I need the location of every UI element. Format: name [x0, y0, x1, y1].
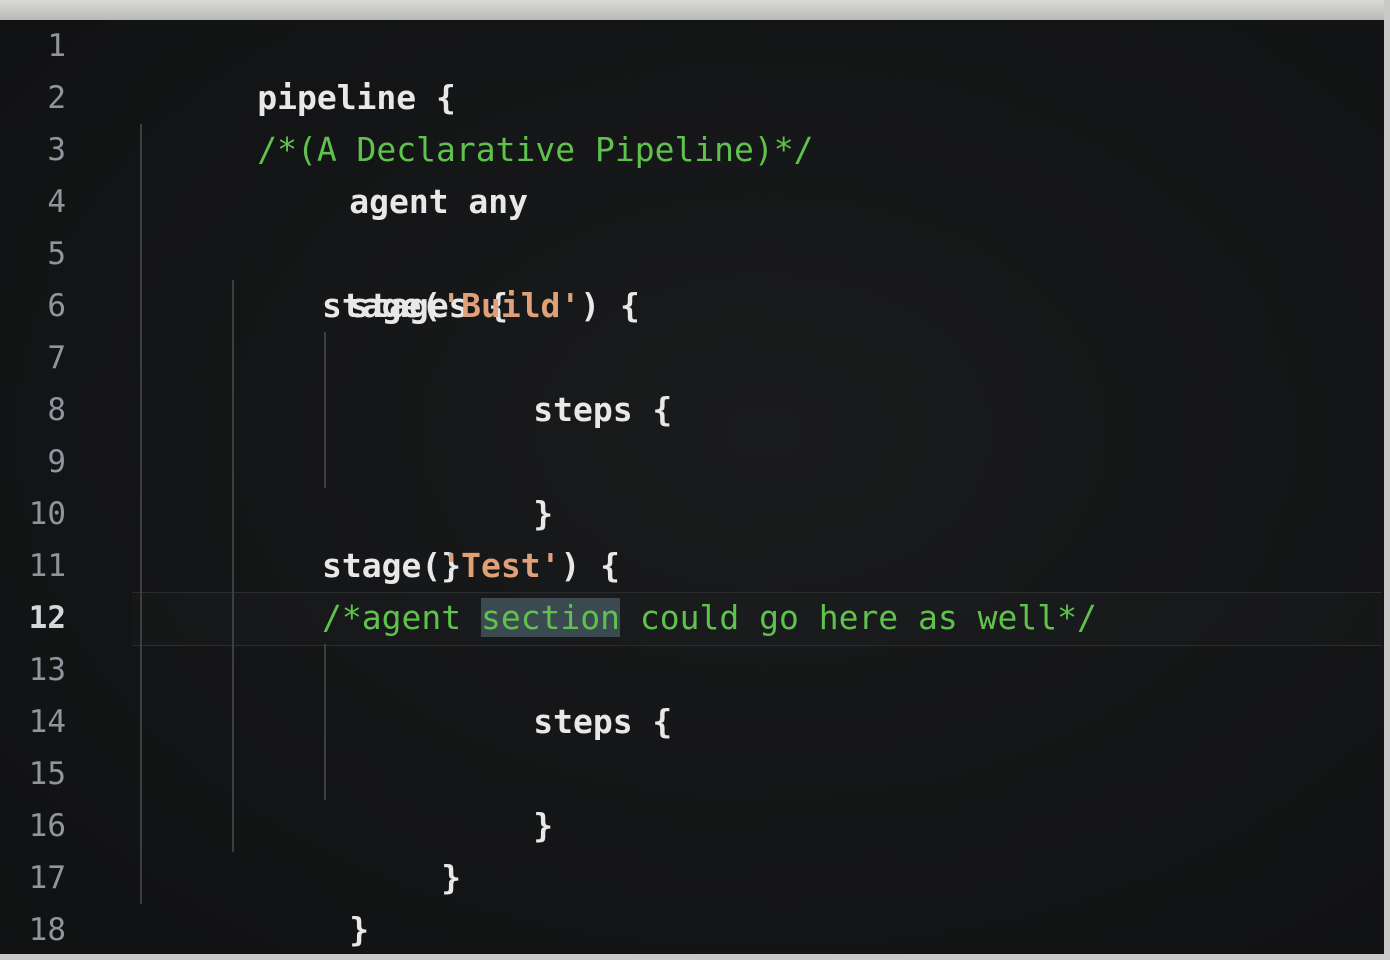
monitor-bezel-right [1384, 0, 1390, 960]
code-line-17[interactable]: } [230, 852, 369, 949]
code-comment: could go here as well*/ [620, 598, 1097, 637]
code-line-1[interactable]: pipeline { [138, 20, 456, 117]
line-number: 5 [47, 236, 66, 272]
code-line-6[interactable]: stage('Build') { [322, 280, 640, 332]
line-number: 18 [28, 912, 66, 948]
code-text: stage( [322, 546, 442, 585]
line-number: 4 [47, 184, 66, 220]
line-number-gutter: 1 2 3 4 5 6 7 8 9 10 11 12 13 14 15 16 1… [0, 20, 92, 954]
line-number: 11 [28, 548, 66, 584]
code-line-7[interactable]: steps { [414, 332, 672, 429]
line-number: 10 [28, 496, 66, 532]
code-line-10[interactable]: } [322, 488, 461, 585]
line-number: 13 [28, 652, 66, 688]
code-line-15[interactable]: } [414, 748, 553, 845]
line-number: 16 [28, 808, 66, 844]
code-text: agent any [349, 182, 529, 221]
code-text: ) { [560, 546, 621, 585]
indent-guide [324, 332, 326, 488]
code-string: 'Build' [441, 286, 581, 325]
code-line-13[interactable]: steps { [414, 644, 672, 741]
code-text: ) { [580, 286, 640, 325]
line-number: 14 [28, 704, 66, 740]
code-text: } [441, 858, 462, 897]
line-number: 17 [28, 860, 66, 896]
code-text: stage( [322, 286, 442, 325]
line-number-current: 12 [28, 600, 66, 636]
code-line-2[interactable]: /*(A Declarative Pipeline)*/ [138, 72, 813, 169]
indent-guide [324, 644, 326, 800]
monitor-bezel-top [0, 0, 1390, 20]
line-number: 8 [47, 392, 66, 428]
code-comment: /*agent [322, 598, 481, 637]
line-number: 1 [47, 28, 66, 64]
code-line-11[interactable]: stage('Test') { [322, 540, 620, 592]
line-number: 7 [47, 340, 66, 376]
code-line-3[interactable]: agent any [230, 124, 528, 221]
code-text: steps { [533, 702, 673, 741]
code-text: } [349, 910, 370, 949]
code-line-16[interactable]: } [322, 800, 461, 897]
indent-guide [140, 124, 142, 904]
code-line-12[interactable]: /*agent section could go here as well*/ [322, 592, 1097, 644]
selected-text[interactable]: section [480, 598, 621, 637]
line-number: 9 [47, 444, 66, 480]
code-line-18[interactable]: } [138, 904, 277, 956]
line-number: 3 [47, 132, 66, 168]
code-text: } [533, 494, 554, 533]
line-number: 6 [47, 288, 66, 324]
screen: 1 2 3 4 5 6 7 8 9 10 11 12 13 14 15 16 1… [0, 0, 1390, 960]
line-number: 15 [28, 756, 66, 792]
code-string: 'Test' [441, 546, 561, 585]
code-text: } [533, 806, 554, 845]
code-line-5[interactable]: stages { [230, 228, 508, 325]
line-number: 2 [47, 80, 66, 116]
code-text: steps { [533, 390, 673, 429]
code-editor[interactable]: pipeline { /*(A Declarative Pipeline)*/ … [92, 20, 1382, 954]
code-line-9[interactable]: } [414, 436, 553, 533]
